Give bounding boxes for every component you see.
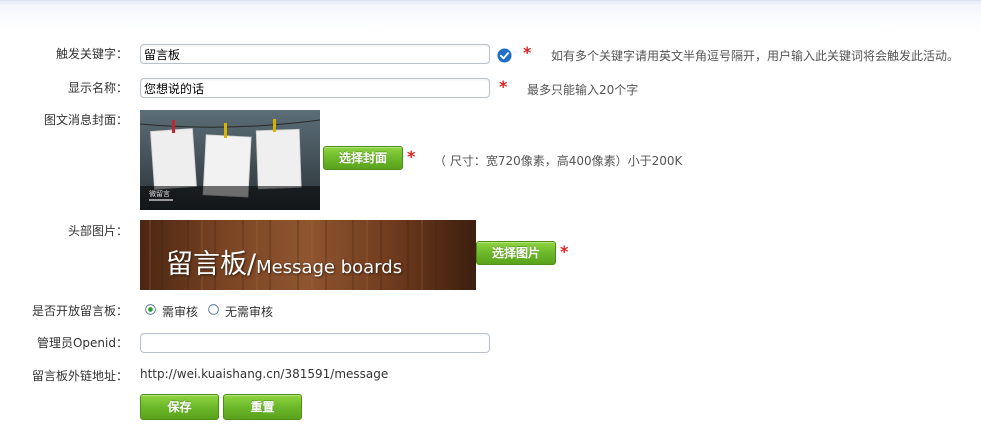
admin-openid-input[interactable] [140, 333, 490, 353]
keyword-input[interactable] [140, 44, 490, 64]
cover-caption: 微留言 [149, 189, 170, 198]
radio-require-review-label[interactable]: 需审核 [162, 303, 198, 320]
radio-no-review[interactable] [208, 304, 219, 315]
display-name-input[interactable] [140, 78, 490, 98]
cover-image: 微留言 [140, 110, 320, 210]
banner-title-cn: 留言板/ [166, 249, 257, 280]
open-board-label: 是否开放留言板： [31, 304, 128, 318]
header-banner-image: 留言板/Message boards [140, 220, 476, 290]
cover-label: 图文消息封面： [43, 113, 128, 127]
header-image-label: 头部图片： [67, 224, 128, 238]
radio-no-review-label[interactable]: 无需审核 [225, 303, 273, 320]
display-name-required-mark: * [499, 77, 508, 96]
keyword-hint: 如有多个关键字请用英文半角逗号隔开，用户输入此关键词将会触发此活动。 [551, 49, 960, 63]
display-name-label: 显示名称： [67, 81, 128, 95]
external-link-label: 留言板外链地址： [31, 369, 128, 383]
header-image-required-mark: * [560, 242, 569, 261]
cover-size-hint: （ 尺寸：宽720像素，高400像素）小于200K [434, 154, 683, 168]
top-bar [0, 0, 981, 31]
banner-title-en: Message boards [256, 257, 403, 278]
display-name-hint: 最多只能输入20个字 [527, 83, 639, 97]
external-link-url: http://wei.kuaishang.cn/381591/message [140, 367, 389, 381]
admin-openid-label: 管理员Openid： [36, 336, 128, 350]
choose-cover-button[interactable]: 选择封面 [323, 146, 403, 170]
radio-require-review[interactable] [145, 304, 156, 315]
keyword-required-mark: * [523, 43, 532, 62]
check-circle-icon [497, 48, 512, 63]
choose-image-button[interactable]: 选择图片 [476, 241, 556, 265]
reset-button[interactable]: 重置 [223, 394, 302, 420]
save-button[interactable]: 保存 [140, 394, 219, 420]
keyword-label: 触发关键字： [55, 47, 128, 61]
banner-title: 留言板/Message boards [166, 242, 402, 281]
cover-required-mark: * [407, 147, 416, 166]
